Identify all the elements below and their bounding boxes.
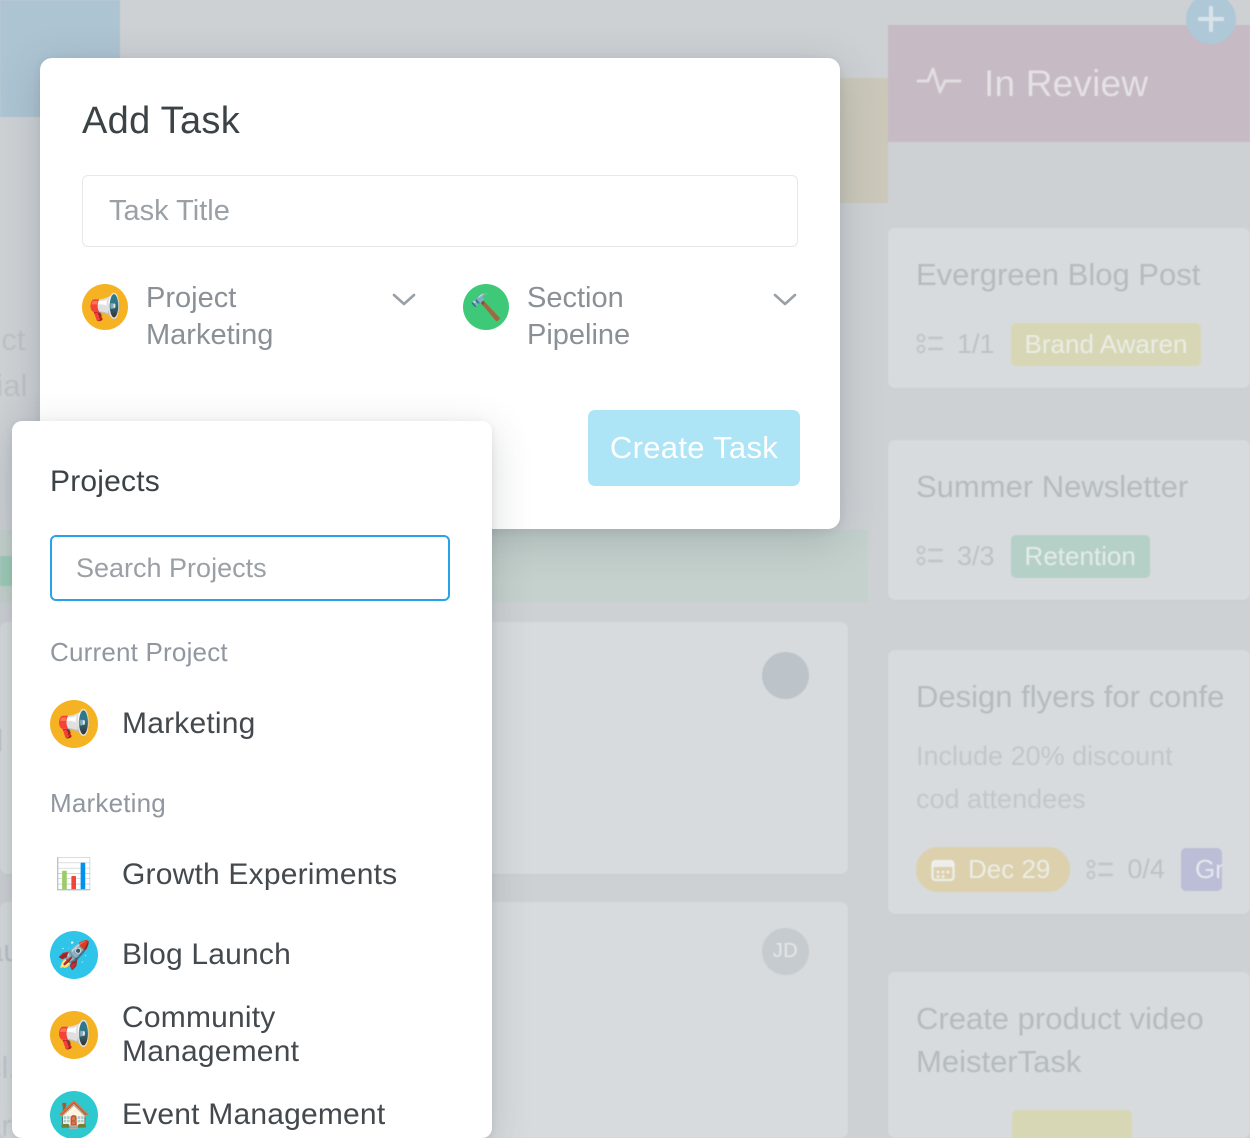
- project-group-label: Current Project: [50, 637, 454, 668]
- project-group-label: Marketing: [50, 788, 454, 819]
- create-task-button[interactable]: Create Task: [588, 410, 800, 486]
- hammer-glyph: 🔨: [470, 294, 502, 320]
- project-list-item[interactable]: 📊 Growth Experiments: [50, 835, 454, 915]
- project-list-item-label: Growth Experiments: [122, 858, 397, 892]
- section-selector[interactable]: 🔨 Section Pipeline: [463, 281, 798, 355]
- house-glyph: 🏠: [57, 1102, 91, 1129]
- house-icon: 🏠: [50, 1091, 98, 1138]
- project-list-item[interactable]: 🚀 Blog Launch: [50, 915, 454, 995]
- megaphone-glyph: 📢: [89, 294, 121, 320]
- dialog-title: Add Task: [82, 100, 798, 143]
- project-list-item-label: Community Management: [122, 1001, 454, 1069]
- megaphone-icon: 📢: [82, 284, 128, 330]
- megaphone-glyph: 📢: [57, 711, 91, 738]
- chevron-down-icon[interactable]: [391, 291, 417, 312]
- project-list-item-label: Blog Launch: [122, 938, 291, 972]
- chevron-down-icon[interactable]: [772, 291, 798, 312]
- hammer-icon: 🔨: [463, 284, 509, 330]
- project-list-item-label: Marketing: [122, 707, 256, 741]
- project-list-item-label: Event Management: [122, 1098, 385, 1132]
- project-list-item[interactable]: 📢 Community Management: [50, 995, 454, 1075]
- section-selector-text: Section Pipeline: [527, 281, 754, 355]
- rocket-icon: 🚀: [50, 931, 98, 979]
- project-selector[interactable]: 📢 Project Marketing: [82, 281, 417, 355]
- project-selector-label: Project: [146, 281, 373, 315]
- rocket-glyph: 🚀: [57, 942, 91, 969]
- bar-chart-icon: 📊: [50, 851, 98, 899]
- section-selector-value: Pipeline: [527, 317, 754, 355]
- project-selector-value: Marketing: [146, 317, 373, 355]
- dropdown-title: Projects: [50, 465, 454, 499]
- task-title-input[interactable]: [82, 175, 798, 247]
- section-selector-label: Section: [527, 281, 754, 315]
- project-selector-text: Project Marketing: [146, 281, 373, 355]
- megaphone-icon: 📢: [50, 700, 98, 748]
- project-list-item[interactable]: 📢 Marketing: [50, 684, 454, 764]
- project-list-item[interactable]: 🏠 Event Management: [50, 1075, 454, 1138]
- bar-chart-glyph: 📊: [55, 860, 92, 890]
- selector-row: 📢 Project Marketing 🔨 Section: [82, 281, 798, 355]
- megaphone-icon: 📢: [50, 1011, 98, 1059]
- megaphone-glyph: 📢: [57, 1022, 91, 1049]
- projects-dropdown: Projects Current Project 📢 Marketing Mar…: [12, 421, 492, 1138]
- search-projects-input[interactable]: [50, 535, 450, 601]
